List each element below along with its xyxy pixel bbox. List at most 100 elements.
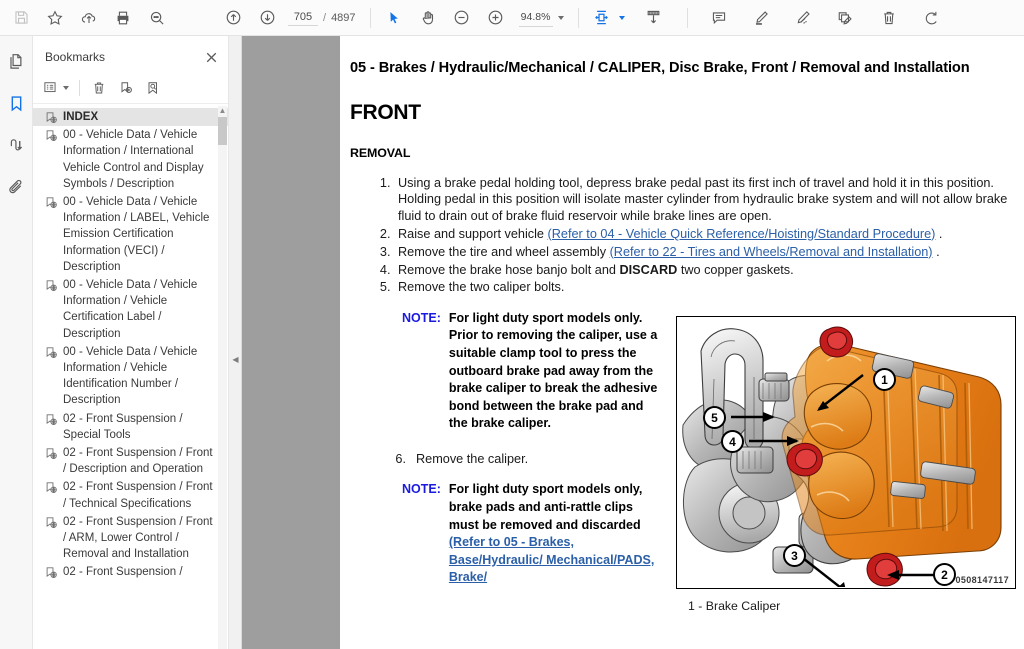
bookmarks-tree[interactable]: ▲ INDEX 00 - Vehicle Data / Vehicle Infor… (33, 104, 228, 649)
step-text: Using a brake pedal holding tool, depres… (398, 176, 1008, 223)
bookmark-item[interactable]: 00 - Vehicle Data / Vehicle Information … (33, 126, 228, 193)
bookmark-options-button[interactable] (39, 76, 73, 100)
document-link[interactable]: (Refer to 04 - Vehicle Quick Reference/H… (548, 227, 936, 241)
step-text: Remove the tire and wheel assembly (398, 244, 610, 259)
fit-width-dropdown[interactable] (585, 3, 625, 33)
toolbar-annotation-group (702, 3, 948, 33)
undo-button[interactable] (914, 3, 948, 33)
step-6-text: Remove the caliper. (416, 452, 529, 466)
bookmark-item[interactable]: 02 - Front Suspension / Front / Descript… (33, 444, 228, 478)
bookmark-page-icon (45, 447, 58, 461)
bookmark-item[interactable]: 00 - Vehicle Data / Vehicle Information … (33, 193, 228, 276)
bookmark-item[interactable]: 00 - Vehicle Data / Vehicle Information … (33, 276, 228, 343)
step-text: . (932, 244, 940, 259)
note-2-link[interactable]: (Refer to 05 - Brakes, Base/Hydraulic/ M… (449, 535, 654, 584)
bookmark-item[interactable]: 02 - Front Suspension / Front / ARM, Low… (33, 513, 228, 564)
sidebar-attachments[interactable] (3, 174, 29, 200)
search-button[interactable] (140, 3, 174, 33)
callout-1: 1 (873, 368, 896, 391)
select-tool-button[interactable] (377, 3, 411, 33)
document-link[interactable]: (Refer to 22 - Tires and Wheels/Removal … (610, 245, 933, 259)
scrollbar-thumb[interactable] (218, 117, 227, 145)
scroll-up-arrow[interactable]: ▲ (218, 106, 227, 115)
highlight-button[interactable] (744, 3, 778, 33)
bookmarks-panel-header: Bookmarks (33, 42, 228, 72)
step-text: two copper gaskets. (677, 262, 794, 277)
save-button[interactable] (4, 3, 38, 33)
bookmarks-panel: Bookmarks ▲ INDEX 00 - Vehicle Data / Ve… (33, 36, 229, 649)
bookmark-page-icon (45, 196, 58, 210)
comment-button[interactable] (702, 3, 736, 33)
toolbar-navigation-group: 705 / 4897 (216, 3, 360, 33)
sidebar-signature[interactable] (3, 132, 29, 158)
scroll-mode-button[interactable] (637, 3, 671, 33)
figure-caption: 1 - Brake Caliper (688, 599, 781, 613)
hand-tool-button[interactable] (411, 3, 445, 33)
step-text: Raise and support vehicle (398, 226, 548, 241)
previous-page-button[interactable] (216, 3, 250, 33)
zoom-level-dropdown[interactable]: 94.8% (518, 9, 564, 27)
bookmark-page-icon (45, 413, 58, 427)
collapse-panel-handle[interactable]: ◀ (231, 348, 240, 370)
add-bookmark-star-button[interactable] (38, 3, 72, 33)
draw-button[interactable] (786, 3, 820, 33)
page-indicator: 705 / 4897 (288, 9, 356, 26)
bookmark-item[interactable]: 02 - Front Suspension / Front / Technica… (33, 478, 228, 512)
figure-id-code: 0508147117 (955, 575, 1009, 585)
bookmark-page-icon (45, 516, 58, 530)
panel-splitter[interactable]: ◀ (229, 36, 242, 649)
sidebar-bookmarks[interactable] (3, 90, 29, 116)
bookmark-item[interactable]: 00 - Vehicle Data / Vehicle Information … (33, 343, 228, 410)
callout-3: 3 (783, 544, 806, 567)
bookmark-item-label: INDEX (63, 111, 99, 123)
note-block-1: NOTE: For light duty sport models only. … (402, 310, 664, 433)
close-icon[interactable] (202, 48, 220, 66)
zoom-out-button[interactable] (445, 3, 479, 33)
toolbar-file-group (0, 3, 174, 33)
bookmark-item-label: 02 - Front Suspension / Front / ARM, Low… (63, 515, 213, 561)
bookmarks-toolbar-divider (79, 79, 80, 96)
sidebar-page-thumbnails[interactable] (3, 48, 29, 74)
callout-2: 2 (933, 563, 956, 586)
document-viewport[interactable]: 05 - Brakes / Hydraulic/Mechanical / CAL… (242, 36, 1024, 649)
fit-width-icon[interactable] (585, 3, 619, 33)
note-text-2: For light duty sport models only, brake … (449, 481, 664, 587)
current-page-input[interactable]: 705 (288, 9, 318, 26)
note-text: For light duty sport models only. Prior … (448, 310, 658, 431)
bookmark-item[interactable]: INDEX (33, 108, 228, 127)
removal-step: Remove the brake hose banjo bolt and DIS… (394, 262, 1020, 278)
bookmark-item-label: 00 - Vehicle Data / Vehicle Information … (63, 196, 210, 273)
bookmarks-panel-title: Bookmarks (45, 50, 106, 64)
stamp-button[interactable] (828, 3, 862, 33)
removal-step: Remove the two caliper bolts. (394, 279, 1020, 295)
bookmark-item[interactable]: 02 - Front Suspension / (33, 563, 228, 581)
delete-button[interactable] (872, 3, 906, 33)
find-bookmark-button[interactable] (140, 76, 166, 100)
toolbar-view-group: 94.8% (377, 3, 564, 33)
removal-step: Remove the tire and wheel assembly (Refe… (394, 244, 1020, 260)
left-sidebar-rail (0, 36, 33, 649)
bookmark-item-label: 00 - Vehicle Data / Vehicle Information … (63, 279, 198, 340)
pdf-reader-window: 705 / 4897 94.8% Bookmarks ▲ INDEX 00 - … (0, 0, 1024, 649)
pdf-page: 05 - Brakes / Hydraulic/Mechanical / CAL… (340, 36, 1024, 649)
callout-5: 5 (703, 406, 726, 429)
bookmarks-scrollbar[interactable]: ▲ (218, 106, 227, 649)
zoom-in-button[interactable] (479, 3, 513, 33)
upload-cloud-button[interactable] (72, 3, 106, 33)
section-title: FRONT (350, 101, 421, 124)
bookmark-item-label: 02 - Front Suspension / Special Tools (63, 412, 183, 441)
bookmark-page-icon (45, 279, 58, 293)
subsection-title: REMOVAL (350, 146, 411, 160)
bookmark-item-label: 00 - Vehicle Data / Vehicle Information … (63, 129, 204, 190)
bookmark-page-icon (45, 346, 58, 360)
add-bookmark-button[interactable] (113, 76, 139, 100)
chevron-down-icon-bm (63, 85, 69, 90)
print-button[interactable] (106, 3, 140, 33)
delete-bookmark-button[interactable] (86, 76, 112, 100)
bookmark-item[interactable]: 02 - Front Suspension / Special Tools (33, 410, 228, 444)
page-title: 05 - Brakes / Hydraulic/Mechanical / CAL… (350, 60, 970, 76)
bookmarks-toolbar (33, 72, 228, 104)
toolbar-divider-2 (577, 7, 579, 28)
next-page-button[interactable] (250, 3, 284, 33)
step-6-number: 6. (395, 452, 406, 466)
